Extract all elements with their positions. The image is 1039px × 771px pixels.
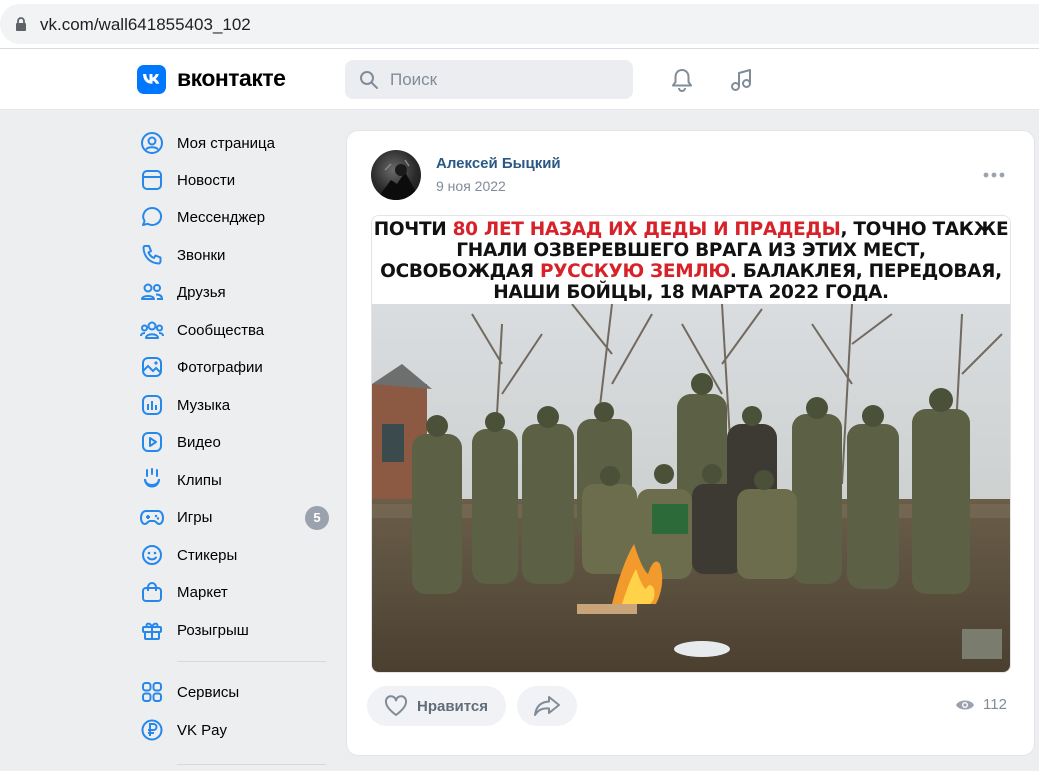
- nav-item-news[interactable]: Новости: [137, 163, 337, 197]
- caption-segment: ОСВОБОЖДАЯ: [380, 261, 540, 282]
- caption-line-3: ОСВОБОЖДАЯ РУССКУЮ ЗЕМЛЮ. БАЛАКЛЕЯ, ПЕРЕ…: [372, 261, 1010, 282]
- nav-item-friends[interactable]: Друзья: [137, 275, 337, 309]
- caption-line-4: НАШИ БОЙЦЫ, 18 МАРТА 2022 ГОДА.: [493, 282, 889, 303]
- caption-segment: , ТОЧНО ТАКЖЕ: [840, 219, 1009, 240]
- nav-label: Моя страница: [177, 134, 275, 152]
- caption-segment: ПОЧТИ: [373, 219, 453, 240]
- photos-icon: [142, 357, 162, 377]
- nav-item-vkpay[interactable]: VK Pay: [137, 713, 337, 747]
- clips-icon: [144, 468, 160, 488]
- nav-item-stickers[interactable]: Стикеры: [137, 538, 337, 572]
- music-nav-icon: [142, 395, 162, 415]
- vkpay-icon: [141, 719, 163, 741]
- nav-item-music[interactable]: Музыка: [137, 388, 337, 422]
- nav-label: Розыгрыш: [177, 621, 249, 639]
- url-field[interactable]: vk.com/wall641855403_102: [0, 4, 1039, 44]
- nav-label: Новости: [177, 171, 236, 189]
- news-icon: [142, 170, 162, 190]
- games-badge: 5: [305, 506, 329, 530]
- music-icon[interactable]: [728, 66, 756, 94]
- nav-label: Клипы: [177, 471, 222, 489]
- group-photo: [372, 304, 1010, 672]
- messenger-icon: [142, 206, 163, 226]
- profile-icon: [141, 132, 163, 154]
- nav-label: Сообщества: [177, 321, 265, 339]
- nav-item-services[interactable]: Сервисы: [137, 675, 337, 709]
- nav-item-market[interactable]: Маркет: [137, 575, 337, 609]
- search-box[interactable]: Поиск: [345, 60, 633, 99]
- bell-icon[interactable]: [668, 66, 696, 94]
- post-date[interactable]: 9 ноя 2022: [436, 178, 506, 194]
- caption-segment: . БАЛАКЛЕЯ, ПЕРЕДОВАЯ,: [729, 261, 1002, 282]
- search-icon: [360, 71, 378, 89]
- nav-label: Звонки: [177, 246, 226, 264]
- post-image[interactable]: ПОЧТИ 80 ЛЕТ НАЗАД ИХ ДЕДЫ И ПРАДЕДЫ, ТО…: [371, 215, 1011, 673]
- nav-label: Друзья: [177, 283, 226, 301]
- like-button[interactable]: Нравится: [367, 686, 506, 726]
- caption-highlight: 80 ЛЕТ НАЗАД ИХ ДЕДЫ И ПРАДЕДЫ: [452, 219, 841, 240]
- eye-icon: [956, 700, 974, 709]
- stickers-icon: [142, 545, 162, 565]
- caption-line-1: ПОЧТИ 80 ЛЕТ НАЗАД ИХ ДЕДЫ И ПРАДЕДЫ, ТО…: [372, 219, 1010, 240]
- nav-divider: [177, 661, 326, 662]
- nav-item-my-page[interactable]: Моя страница: [137, 126, 337, 160]
- nav-item-clips[interactable]: Клипы: [137, 463, 337, 497]
- like-label: Нравится: [417, 697, 489, 715]
- caption-highlight: РУССКУЮ ЗЕМЛЮ: [539, 261, 730, 282]
- more-options-icon[interactable]: [983, 171, 1005, 179]
- share-icon: [534, 696, 560, 716]
- nav-label: VK Pay: [177, 721, 228, 739]
- games-icon: [140, 510, 164, 525]
- avatar[interactable]: [371, 150, 421, 200]
- avatar-image: [379, 159, 415, 200]
- nav-item-communities[interactable]: Сообщества: [137, 313, 337, 347]
- nav-label: Фотографии: [177, 358, 263, 376]
- market-icon: [142, 582, 162, 602]
- nav-item-messenger[interactable]: Мессенджер: [137, 200, 337, 234]
- nav-label: Мессенджер: [177, 208, 266, 226]
- nav-item-games[interactable]: Игры 5: [137, 500, 337, 534]
- phone-icon: [142, 245, 162, 265]
- nav-label: Маркет: [177, 583, 228, 601]
- views-number: 112: [983, 696, 1007, 713]
- search-input[interactable]: Поиск: [390, 70, 437, 90]
- video-icon: [142, 432, 162, 452]
- lock-icon: [16, 17, 26, 31]
- nav-label: Игры: [177, 508, 213, 526]
- nav-label: Стикеры: [177, 546, 238, 564]
- browser-address-bar: vk.com/wall641855403_102: [0, 0, 1039, 49]
- nav-item-photos[interactable]: Фотографии: [137, 350, 337, 384]
- nav-label: Видео: [177, 433, 221, 451]
- communities-icon: [140, 321, 164, 339]
- giveaway-icon: [142, 622, 162, 640]
- nav-label: Музыка: [177, 396, 231, 414]
- logo-text[interactable]: вконтакте: [177, 65, 286, 92]
- post-author[interactable]: Алексей Быцкий: [436, 155, 561, 172]
- share-button[interactable]: [517, 686, 577, 726]
- services-icon: [142, 682, 162, 702]
- view-count: 112: [955, 696, 1007, 713]
- image-caption: ПОЧТИ 80 ЛЕТ НАЗАД ИХ ДЕДЫ И ПРАДЕДЫ, ТО…: [372, 216, 1010, 307]
- vk-logo-icon[interactable]: [137, 65, 166, 94]
- nav-item-giveaway[interactable]: Розыгрыш: [137, 613, 337, 647]
- site-header: вконтакте Поиск: [0, 49, 1039, 110]
- caption-line-2: ГНАЛИ ОЗВЕРЕВШЕГО ВРАГА ИЗ ЭТИХ МЕСТ,: [456, 240, 926, 261]
- wall-post: Алексей Быцкий 9 ноя 2022 ПОЧТИ 80 ЛЕТ Н…: [346, 130, 1035, 756]
- nav-item-calls[interactable]: Звонки: [137, 238, 337, 272]
- nav-item-video[interactable]: Видео: [137, 425, 337, 459]
- heart-icon: [384, 695, 408, 716]
- nav-divider-bottom: [177, 764, 326, 765]
- friends-icon: [141, 283, 164, 300]
- url-text[interactable]: vk.com/wall641855403_102: [40, 15, 251, 35]
- nav-label: Сервисы: [177, 683, 240, 701]
